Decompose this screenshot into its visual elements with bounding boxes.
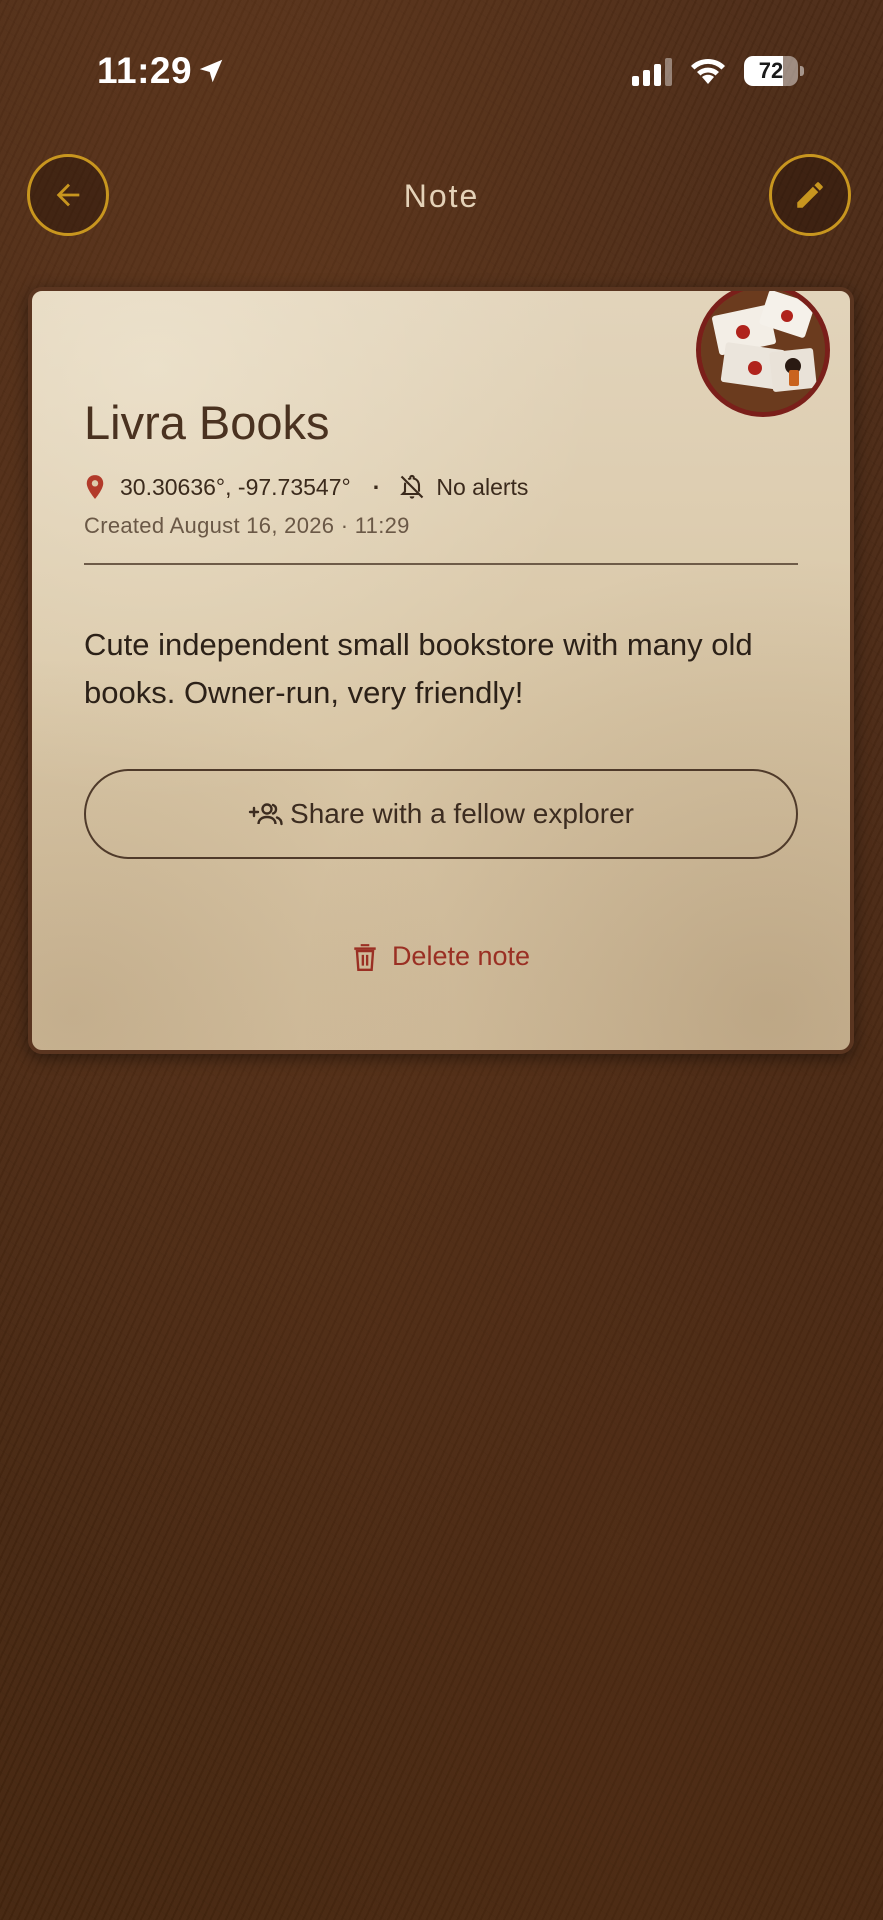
note-meta-row: 30.30636°, -97.73547° · No alerts [84, 472, 528, 502]
alerts-status: No alerts [436, 473, 529, 500]
status-bar: 11:29 72 [0, 0, 883, 110]
edit-button[interactable] [769, 154, 851, 236]
share-button[interactable]: Share with a fellow explorer [84, 769, 798, 859]
page-title: Note [403, 178, 480, 214]
battery-indicator: 72 [744, 56, 806, 86]
delete-note-button[interactable]: Delete note [32, 941, 850, 972]
battery-body: 72 [744, 56, 798, 86]
wifi-icon [691, 58, 725, 84]
note-card: Livra Books 30.30636°, -97.73547° · No a… [28, 287, 854, 1054]
battery-level: 72 [758, 58, 784, 83]
cellular-signal-icon [632, 58, 672, 86]
status-time: 11:29 [97, 50, 193, 91]
person-add-icon [248, 803, 283, 826]
share-button-label: Share with a fellow explorer [290, 798, 634, 829]
note-title: Livra Books [84, 396, 330, 449]
delete-note-label: Delete note [391, 941, 531, 971]
note-thumbnail[interactable] [696, 291, 830, 417]
location-pin-icon [86, 475, 104, 499]
envelopes-photo-icon [701, 291, 825, 412]
trash-icon [354, 943, 376, 971]
pencil-icon [797, 182, 823, 208]
meta-separator: · [372, 473, 381, 500]
divider [84, 563, 798, 565]
bell-off-icon [400, 474, 424, 499]
note-coordinates: 30.30636°, -97.73547° [120, 473, 351, 500]
location-arrow-icon [199, 59, 223, 83]
note-body-text: Cute independent small bookstore with ma… [84, 627, 753, 710]
battery-cap [800, 66, 804, 76]
note-created-date: Created August 16, 2026 · 11:29 [84, 513, 410, 538]
